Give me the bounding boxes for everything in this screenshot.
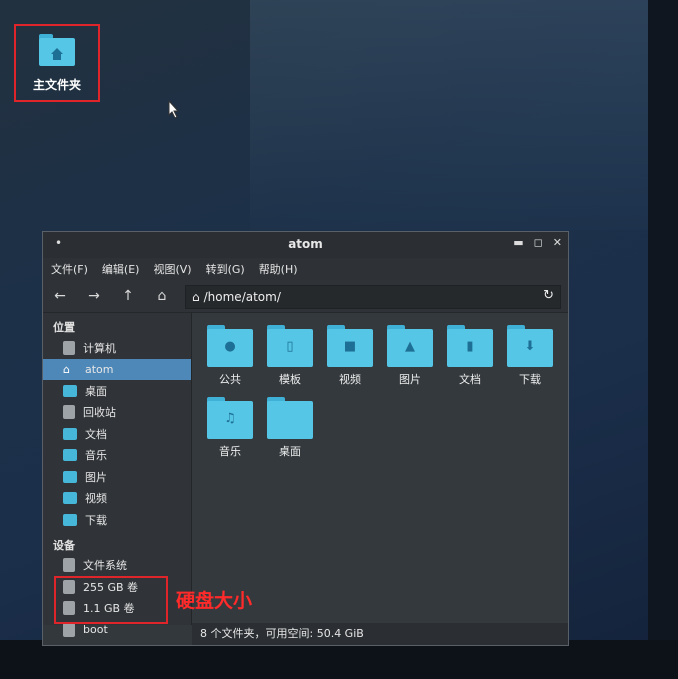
reload-icon[interactable]: ↻ [543, 288, 554, 303]
sidebar-item-label: atom [85, 362, 114, 376]
drive-icon [63, 558, 75, 573]
desktop-home-folder-label: 主文件夹 [32, 78, 81, 92]
up-arrow-icon[interactable]: ↑ [111, 288, 145, 304]
person-icon: ● [207, 325, 253, 367]
folder-desktop[interactable]: 桌面 [260, 397, 320, 459]
home-icon[interactable]: ⌂ [145, 288, 179, 304]
home-icon: ⌂ [63, 363, 70, 377]
sidebar-item-videos[interactable]: 视频 [43, 488, 191, 510]
file-view: ● 公共 ▯ 模板 ■ 视频 ▲ 图片 ▮ 文档 ⬇ 下载 ♫ 音乐 桌面 [192, 313, 568, 625]
folder-label: 视频 [339, 373, 361, 386]
screen-bezel [648, 0, 678, 679]
forward-arrow-icon[interactable]: → [77, 288, 111, 304]
drive-icon [63, 622, 75, 637]
pictures-folder-icon [63, 470, 77, 483]
videos-folder-icon [63, 492, 77, 505]
music-folder-icon [63, 449, 77, 462]
folder-templates[interactable]: ▯ 模板 [260, 325, 320, 387]
menu-help[interactable]: 帮助(H) [259, 261, 298, 277]
window-titlebar[interactable]: • atom ▬ ◻ ✕ [43, 232, 568, 258]
sidebar-item-label: boot [83, 623, 108, 637]
sidebar-item-label: 计算机 [83, 341, 116, 355]
sidebar-item-trash[interactable]: 回收站 [43, 402, 191, 424]
menu-go[interactable]: 转到(G) [206, 261, 245, 277]
sidebar-item-label: 音乐 [85, 449, 107, 463]
path-text: /home/atom/ [203, 290, 281, 304]
sidebar-item-label: 文档 [85, 427, 107, 441]
desktop-icon [267, 397, 313, 439]
home-folder-icon [16, 34, 98, 70]
sidebar-item-music[interactable]: 音乐 [43, 445, 191, 467]
sidebar-item-desktop[interactable]: 桌面 [43, 380, 191, 402]
sidebar-item-computer[interactable]: 计算机 [43, 337, 191, 359]
devices-header: 设备 [53, 538, 75, 552]
folder-label: 音乐 [219, 445, 241, 458]
folder-label: 下载 [519, 373, 541, 386]
sidebar-item-label: 文件系统 [83, 559, 127, 573]
mouse-pointer-icon [168, 99, 180, 124]
sidebar-item-label: 桌面 [85, 384, 107, 398]
maximize-icon[interactable]: ◻ [534, 236, 543, 249]
folder-label: 桌面 [279, 445, 301, 458]
sidebar-item-label: 回收站 [83, 406, 116, 420]
download-icon: ⬇ [507, 325, 553, 367]
close-icon[interactable]: ✕ [553, 236, 562, 249]
places-header: 位置 [53, 321, 75, 334]
volumes-highlight-box [54, 576, 168, 624]
menu-view[interactable]: 视图(V) [153, 261, 191, 277]
document-icon: ▮ [447, 325, 493, 367]
folder-videos[interactable]: ■ 视频 [320, 325, 380, 387]
back-arrow-icon[interactable]: ← [43, 288, 77, 304]
desktop-home-folder[interactable]: 主文件夹 [14, 24, 100, 102]
path-home-icon: ⌂ [192, 290, 200, 304]
video-icon: ■ [327, 325, 373, 367]
disk-size-annotation: 硬盘大小 [176, 590, 253, 612]
desktop-folder-icon [63, 384, 77, 397]
computer-icon [63, 340, 75, 355]
menu-edit[interactable]: 编辑(E) [102, 261, 140, 277]
picture-icon: ▲ [387, 325, 433, 367]
folder-pictures[interactable]: ▲ 图片 [380, 325, 440, 387]
folder-documents[interactable]: ▮ 文档 [440, 325, 500, 387]
sidebar-item-label: 视频 [85, 492, 107, 506]
status-bar: 8 个文件夹，可用空间: 50.4 GiB [192, 623, 568, 645]
location-bar[interactable]: ⌂ /home/atom/ ↻ [185, 285, 561, 309]
window-title: atom [288, 237, 323, 251]
folder-label: 模板 [279, 373, 301, 386]
folder-downloads[interactable]: ⬇ 下载 [500, 325, 560, 387]
documents-folder-icon [63, 427, 77, 440]
sidebar-item-documents[interactable]: 文档 [43, 423, 191, 445]
toolbar: ← → ↑ ⌂ ⌂ /home/atom/ ↻ [43, 280, 568, 313]
sidebar-item-downloads[interactable]: 下载 [43, 509, 191, 531]
downloads-folder-icon [63, 513, 77, 526]
sidebar-item-label: 下载 [85, 513, 107, 527]
sidebar-item-pictures[interactable]: 图片 [43, 466, 191, 488]
sidebar-item-atom[interactable]: ⌂ atom [43, 358, 191, 380]
menu-file[interactable]: 文件(F) [51, 261, 88, 277]
minimize-icon[interactable]: ▬ [513, 236, 523, 249]
template-icon: ▯ [267, 325, 313, 367]
folder-label: 公共 [219, 373, 241, 386]
music-icon: ♫ [207, 397, 253, 439]
sidebar-item-filesystem[interactable]: 文件系统 [43, 555, 191, 577]
folder-label: 文档 [459, 373, 481, 386]
menu-bar: 文件(F) 编辑(E) 视图(V) 转到(G) 帮助(H) [43, 258, 568, 280]
trash-icon [63, 405, 75, 420]
folder-music[interactable]: ♫ 音乐 [200, 397, 260, 459]
sidebar-item-label: 图片 [85, 470, 107, 484]
screen-glare [250, 0, 650, 230]
folder-label: 图片 [399, 373, 421, 386]
folder-public[interactable]: ● 公共 [200, 325, 260, 387]
